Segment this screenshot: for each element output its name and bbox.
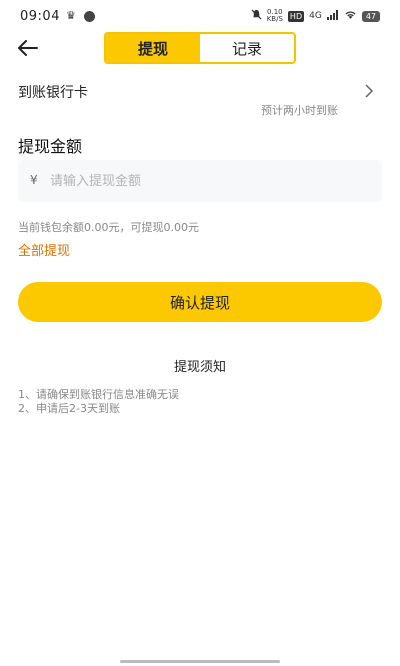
crown-icon: ♛ — [66, 9, 76, 22]
arrival-estimate: 预计两小时到账 — [261, 104, 338, 117]
tab-withdraw[interactable]: 提现 — [106, 34, 200, 62]
network-type: 4G — [309, 10, 322, 21]
arrow-left-icon — [18, 40, 38, 56]
mute-icon — [251, 9, 262, 23]
amount-input[interactable] — [50, 160, 370, 202]
tab-records[interactable]: 记录 — [200, 34, 294, 62]
chevron-right-icon — [365, 84, 374, 98]
hd-badge: HD — [287, 10, 305, 22]
status-time: 09:04 — [20, 9, 60, 24]
bank-card-row[interactable]: 到账银行卡 预计两小时到账 — [0, 74, 400, 122]
amount-title: 提现金额 — [18, 137, 83, 156]
status-right: 0.10 KB/S HD 4G 47 — [251, 8, 380, 24]
notice-list: 1、请确保到账银行信息准确无误 2、申请后2-3天到账 — [18, 388, 179, 416]
notice-item: 1、请确保到账银行信息准确无误 — [18, 388, 179, 401]
network-speed-unit: KB/S — [266, 15, 283, 23]
back-button[interactable] — [14, 34, 42, 62]
confirm-withdraw-button[interactable]: 确认提现 — [18, 282, 382, 322]
network-speed: 0.10 KB/S — [267, 9, 283, 23]
tab-switcher: 提现 记录 — [104, 32, 296, 64]
notice-title: 提现须知 — [173, 360, 226, 375]
withdraw-all-link[interactable]: 全部提现 — [18, 240, 70, 259]
wifi-icon — [344, 10, 357, 23]
bank-card-label: 到账银行卡 — [18, 85, 88, 101]
app-notification-icon — [84, 11, 95, 22]
amount-field: ¥ — [18, 160, 382, 202]
battery-indicator: 47 — [361, 10, 380, 22]
notice-item: 2、申请后2-3天到账 — [18, 402, 120, 415]
status-bar: 09:04 ♛ 0.10 KB/S HD 4G 47 — [0, 0, 400, 32]
yen-icon: ¥ — [30, 173, 38, 187]
signal-icon — [326, 9, 339, 23]
home-indicator[interactable] — [120, 660, 280, 663]
balance-text: 当前钱包余额0.00元，可提现0.00元 — [18, 221, 199, 234]
